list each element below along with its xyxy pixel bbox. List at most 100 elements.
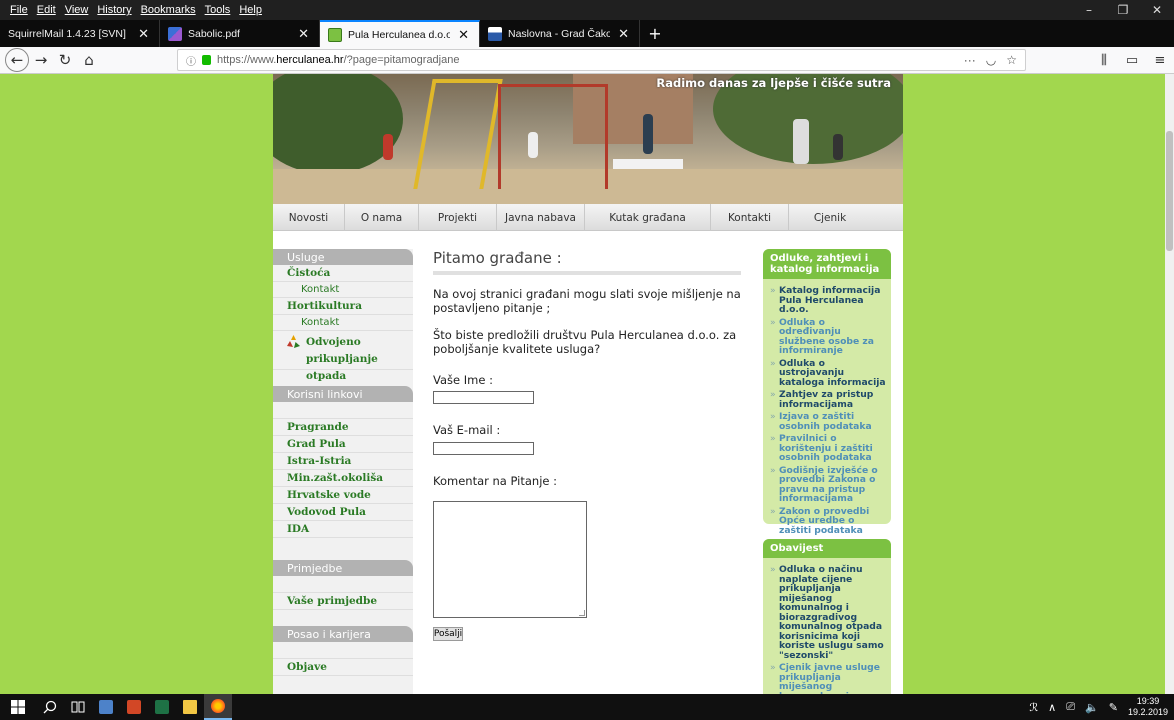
task-view-icon[interactable] <box>64 694 92 720</box>
resize-grip-icon[interactable] <box>579 610 585 616</box>
menu-file[interactable]: File <box>10 4 28 16</box>
info-link[interactable]: Zahtjev za pristup informacijama <box>770 390 887 409</box>
link-cistoca-kontakt[interactable]: Kontakt <box>273 282 413 298</box>
notes-app-icon[interactable] <box>92 694 120 720</box>
site-tagline: Radimo danas za ljepše i čišće sutra <box>656 76 891 90</box>
close-window-icon[interactable]: ✕ <box>1140 0 1174 20</box>
forward-button[interactable]: → <box>29 48 53 72</box>
tab-title: Sabolic.pdf <box>188 27 240 40</box>
child-shape <box>833 134 843 160</box>
link-vase-primjedbe[interactable]: Vaše primjedbe <box>273 593 413 610</box>
nav-projekti[interactable]: Projekti <box>419 204 497 231</box>
info-link[interactable]: Katalog informacija Pula Herculanea d.o.… <box>770 286 887 315</box>
link-odvojeno[interactable]: Odvojeno prikupljanje otpada <box>273 331 413 382</box>
tab-grad-cakovec[interactable]: Naslovna - Grad Čakovec ✕ <box>480 20 640 47</box>
tab-title: SquirrelMail 1.4.23 [SVN] <box>8 27 126 40</box>
link-pragrande[interactable]: Pragrande <box>273 419 413 436</box>
close-tab-icon[interactable]: ✕ <box>618 26 629 42</box>
menu-bookmarks[interactable]: Bookmarks <box>141 4 196 16</box>
email-input[interactable] <box>433 442 534 455</box>
link-cistoca[interactable]: Čistoća <box>273 265 413 282</box>
nav-novosti[interactable]: Novosti <box>273 204 345 231</box>
back-button[interactable]: ← <box>5 48 29 72</box>
powerpoint-icon[interactable] <box>120 694 148 720</box>
link-vodovod-pula[interactable]: Vodovod Pula <box>273 504 413 521</box>
pen-icon[interactable]: ✎ <box>1109 701 1118 714</box>
nav-javna-nabava[interactable]: Javna nabava <box>497 204 585 231</box>
header-banner-image: Radimo danas za ljepše i čišće sutra <box>273 74 903 204</box>
url-text[interactable]: https://www.herculanea.hr/?page=pitamogr… <box>217 54 459 66</box>
square-icon <box>211 699 225 713</box>
link-istra-istria[interactable]: Istra-Istria <box>273 453 413 470</box>
comment-label: Komentar na Pitanje : <box>433 474 558 488</box>
search-icon[interactable] <box>36 694 64 720</box>
email-label: Vaš E-mail : <box>433 423 501 437</box>
primjedbe-heading: Primjedbe <box>273 560 413 576</box>
info-link[interactable]: Pravilnici o korištenju i zaštiti osobni… <box>770 434 887 463</box>
info-link[interactable]: Godišnje izvješće o provedbi Zakona o pr… <box>770 465 887 504</box>
submit-button[interactable]: Pošalji <box>433 627 463 641</box>
link-hrvatske-vode[interactable]: Hrvatske vode <box>273 487 413 504</box>
people-icon[interactable]: ℛ <box>1029 701 1038 714</box>
info-link[interactable]: Odluka o načinu naplate cijene prikuplja… <box>770 565 887 660</box>
comment-textarea[interactable] <box>433 501 587 618</box>
link-hortikultura[interactable]: Hortikultura <box>273 298 413 315</box>
lock-icon[interactable] <box>202 55 211 65</box>
close-tab-icon[interactable]: ✕ <box>298 26 309 42</box>
odvojeno-line1: Odvojeno <box>306 336 361 348</box>
file-explorer-icon[interactable] <box>176 694 204 720</box>
menu-help[interactable]: Help <box>239 4 262 16</box>
obavijest-box-heading: Obavijest <box>763 539 891 558</box>
url-bar[interactable]: ⓘ https://www.herculanea.hr/?page=pitamo… <box>177 49 1026 71</box>
scrollbar-thumb[interactable] <box>1166 131 1173 251</box>
link-grad-pula[interactable]: Grad Pula <box>273 436 413 453</box>
firefox-icon[interactable] <box>204 694 232 720</box>
new-tab-button[interactable]: + <box>640 20 670 47</box>
tab-pula-herculanea[interactable]: Pula Herculanea d.o.o.-za kom ✕ <box>320 20 480 47</box>
info-icon[interactable]: ⓘ <box>186 53 196 68</box>
name-input[interactable] <box>433 391 534 404</box>
windows-start-icon[interactable] <box>0 694 36 720</box>
excel-icon[interactable] <box>148 694 176 720</box>
taskbar: ℛ ∧ ⎚ 🔈 ✎ 19:39 19.2.2019 <box>0 694 1174 720</box>
library-icon[interactable]: ⫼ <box>1090 49 1118 73</box>
network-icon[interactable]: ⎚ <box>1066 701 1075 714</box>
link-min-zast-okolisa[interactable]: Min.zašt.okoliša <box>273 470 413 487</box>
tab-sabolic-pdf[interactable]: Sabolic.pdf ✕ <box>160 20 320 47</box>
info-link[interactable]: Zakon o provedbi Opće uredbe o zaštiti p… <box>770 506 887 536</box>
bookmark-star-icon[interactable]: ☆ <box>1006 53 1017 67</box>
left-sidebar: Usluge Čistoća Kontakt Hortikultura Kont… <box>273 249 413 694</box>
menu-view[interactable]: View <box>65 4 89 16</box>
nav-o-nama[interactable]: O nama <box>345 204 419 231</box>
link-hortikultura-kontakt[interactable]: Kontakt <box>273 315 413 331</box>
nav-kutak-gradana[interactable]: Kutak građana <box>585 204 711 231</box>
info-link[interactable]: Izjava o zaštiti osobnih podataka <box>770 412 887 431</box>
menu-edit[interactable]: Edit <box>37 4 56 16</box>
tab-squirrelmail[interactable]: SquirrelMail 1.4.23 [SVN] ✕ <box>0 20 160 47</box>
sidebar-icon[interactable]: ▭ <box>1118 49 1146 73</box>
link-ida[interactable]: IDA <box>273 521 413 538</box>
close-tab-icon[interactable]: ✕ <box>138 26 149 42</box>
pocket-icon[interactable]: ◡ <box>986 53 996 67</box>
nav-cjenik[interactable]: Cjenik <box>789 204 871 231</box>
restore-icon[interactable]: ❐ <box>1106 0 1140 20</box>
minimize-icon[interactable]: – <box>1072 0 1106 20</box>
info-link[interactable]: Odluka o određivanju službene osobe za i… <box>770 317 887 356</box>
info-link[interactable]: Odluka o ustrojavanju kataloga informaci… <box>770 358 887 388</box>
nav-kontakti[interactable]: Kontakti <box>711 204 789 231</box>
reload-button[interactable]: ↻ <box>53 48 77 72</box>
close-tab-icon[interactable]: ✕ <box>458 27 469 43</box>
menu-tools[interactable]: Tools <box>205 4 231 16</box>
home-button[interactable]: ⌂ <box>77 48 101 72</box>
chevron-up-icon[interactable]: ∧ <box>1048 701 1056 714</box>
link-objave[interactable]: Objave <box>273 659 413 676</box>
climbing-frame-shape <box>498 84 608 189</box>
hamburger-menu-icon[interactable]: ≡ <box>1146 49 1174 73</box>
volume-icon[interactable]: 🔈 <box>1085 701 1099 714</box>
page-actions-icon[interactable]: ··· <box>964 53 976 67</box>
vertical-scrollbar[interactable] <box>1165 74 1174 694</box>
info-link[interactable]: Cjenik javne usluge prikupljanja miješan… <box>770 663 887 694</box>
menu-history[interactable]: History <box>97 4 131 16</box>
clock[interactable]: 19:39 19.2.2019 <box>1128 696 1168 718</box>
